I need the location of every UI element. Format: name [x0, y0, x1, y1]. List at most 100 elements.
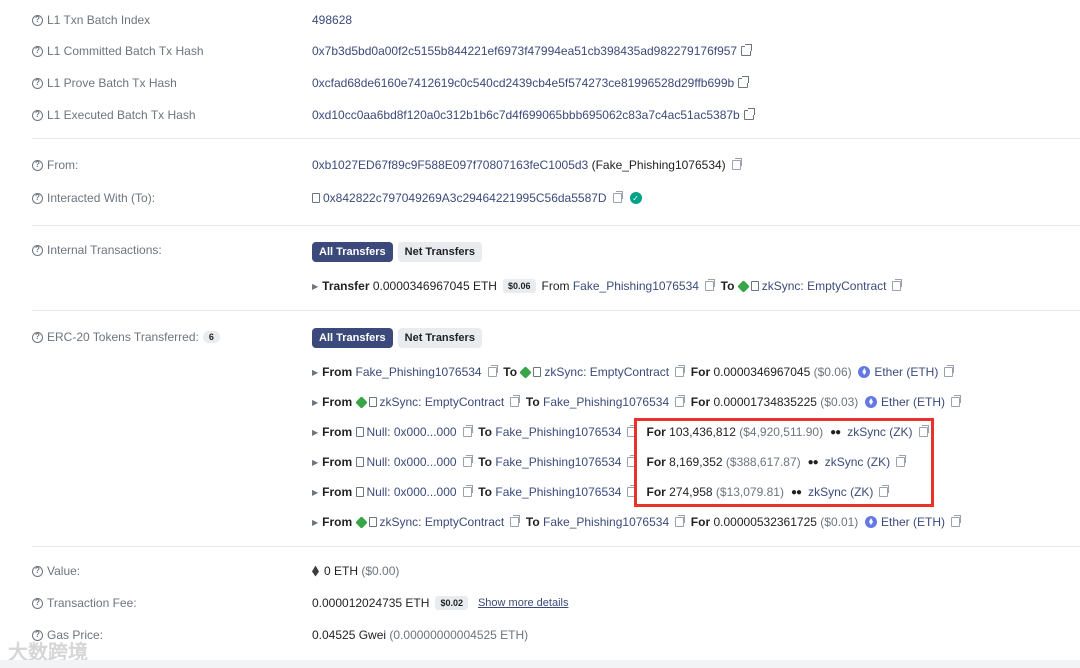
to-address-link[interactable]: 0x842822c797049269A3c29464221995C56da558…: [323, 191, 607, 205]
token-to-link[interactable]: Fake_Phishing1076534: [495, 425, 621, 439]
token-to-link[interactable]: Fake_Phishing1076534: [543, 395, 669, 409]
committed-hash-link[interactable]: 0x7b3d5bd0a00f2c5155b844221ef6973f47994e…: [312, 44, 737, 58]
copy-icon[interactable]: [510, 394, 521, 407]
token-usd: ($4,920,511.90): [739, 425, 824, 439]
tab-all-transfers[interactable]: All Transfers: [312, 242, 393, 262]
from-name: (Fake_Phishing1076534): [591, 158, 726, 172]
ether-icon: [858, 366, 871, 378]
copy-icon[interactable]: [627, 424, 638, 437]
contract-icon: [533, 367, 542, 377]
copy-icon[interactable]: [627, 484, 638, 497]
usd-badge: $0.06: [502, 279, 536, 293]
to-label: ? Interacted With (To):: [32, 183, 155, 213]
token-from-link[interactable]: zkSync: EmptyContract: [380, 515, 505, 529]
token-from-link[interactable]: Fake_Phishing1076534: [356, 365, 482, 379]
copy-icon[interactable]: [675, 514, 686, 527]
value-usd: ($0.00): [361, 564, 400, 578]
contract-icon: [355, 457, 364, 467]
from-row: ? From: 0xb1027ED67f89c9F588E097f70807163…: [0, 150, 1080, 180]
caret-right-icon: ▶: [312, 367, 319, 377]
token-usd: ($0.06): [813, 365, 852, 379]
zksync-icon: [354, 515, 368, 529]
token-transfer-row: ▶ From zkSync: EmptyContract To Fake_Phis…: [312, 387, 961, 417]
tab-all-transfers[interactable]: All Transfers: [312, 328, 393, 348]
token-from-link[interactable]: Null: 0x000...000: [367, 485, 457, 499]
token-transfer-row: ▶ From zkSync: EmptyContract To Fake_Phis…: [312, 507, 961, 537]
copy-icon[interactable]: [675, 394, 686, 407]
internal-to-link[interactable]: zkSync: EmptyContract: [762, 279, 887, 293]
copy-icon[interactable]: [462, 454, 473, 467]
help-icon: ?: [32, 45, 43, 57]
divider: [32, 225, 1080, 226]
ether-icon: [864, 396, 877, 408]
show-more-details-link[interactable]: Show more details: [478, 597, 569, 609]
committed-hash-label: ? L1 Committed Batch Tx Hash: [32, 36, 204, 66]
help-icon: ?: [32, 159, 43, 171]
token-amount: 103,436,812: [669, 425, 736, 439]
contract-icon: [355, 427, 364, 437]
copy-icon[interactable]: [462, 484, 473, 497]
token-transfer-row: ▶ From Null: 0x000...000 To Fake_Phishing…: [312, 477, 890, 507]
token-link[interactable]: zkSync (ZK): [825, 455, 890, 469]
copy-icon[interactable]: [487, 364, 498, 377]
prove-hash-label: ? L1 Prove Batch Tx Hash: [32, 68, 177, 98]
batch-index-value[interactable]: 498628: [312, 5, 352, 35]
batch-index-row: ? L1 Txn Batch Index 498628: [0, 5, 1080, 35]
erc20-count-badge: 6: [202, 331, 220, 343]
internal-from-link[interactable]: Fake_Phishing1076534: [573, 279, 699, 293]
token-from-link[interactable]: Null: 0x000...000: [367, 455, 457, 469]
copy-icon[interactable]: [879, 484, 890, 497]
caret-right-icon: ▶: [312, 397, 319, 407]
token-to-link[interactable]: Fake_Phishing1076534: [543, 515, 669, 529]
ethereum-icon: [312, 565, 319, 577]
token-to-link[interactable]: zkSync: EmptyContract: [544, 365, 669, 379]
copy-icon[interactable]: [951, 514, 961, 527]
copy-icon[interactable]: [462, 424, 473, 437]
caret-right-icon: ▶: [312, 427, 319, 437]
copy-icon[interactable]: [627, 454, 638, 467]
tab-net-transfers[interactable]: Net Transfers: [397, 242, 482, 262]
from-address-link[interactable]: 0xb1027ED67f89c9F588E097f70807163feC1005…: [312, 158, 588, 172]
internal-tx-label: ? Internal Transactions:: [32, 235, 162, 265]
internal-amount: 0.0000346967045 ETH: [372, 279, 497, 293]
help-icon: ?: [32, 192, 43, 204]
copy-icon[interactable]: [892, 278, 903, 291]
caret-right-icon: ▶: [312, 487, 319, 497]
token-link[interactable]: Ether (ETH): [881, 395, 945, 409]
prove-hash-link[interactable]: 0xcfad68de6160e7412619c0c540cd2439cb4e5f…: [312, 76, 734, 90]
token-to-link[interactable]: Fake_Phishing1076534: [495, 485, 621, 499]
erc20-row: ? ERC-20 Tokens Transferred: 6 All Transfe…: [0, 322, 1080, 352]
help-icon: ?: [32, 331, 43, 343]
copy-icon[interactable]: [896, 454, 907, 467]
copy-icon[interactable]: [731, 157, 742, 170]
external-link-icon[interactable]: [741, 44, 753, 56]
token-link[interactable]: zkSync (ZK): [847, 425, 912, 439]
token-amount: 0.00001734835225: [713, 395, 817, 409]
token-link[interactable]: zkSync (ZK): [808, 485, 873, 499]
copy-icon[interactable]: [704, 278, 715, 291]
contract-icon: [368, 517, 377, 527]
token-to-link[interactable]: Fake_Phishing1076534: [495, 455, 621, 469]
copy-icon[interactable]: [510, 514, 521, 527]
copy-icon[interactable]: [612, 190, 623, 203]
copy-icon[interactable]: [951, 394, 961, 407]
executed-hash-link[interactable]: 0xd10cc0aa6bd8f120a0c312b1b6c7d4f699065b…: [312, 108, 740, 122]
tab-net-transfers[interactable]: Net Transfers: [397, 328, 482, 348]
prove-hash-row: ? L1 Prove Batch Tx Hash 0xcfad68de6160e7…: [0, 68, 1080, 98]
token-from-link[interactable]: zkSync: EmptyContract: [380, 395, 505, 409]
token-transfer-row: ▶ From Null: 0x000...000 To Fake_Phishing…: [312, 417, 929, 447]
batch-index-label: ? L1 Txn Batch Index: [32, 5, 150, 35]
gas-eth: (0.00000000004525 ETH): [389, 628, 529, 642]
copy-icon[interactable]: [675, 364, 686, 377]
token-from-link[interactable]: Null: 0x000...000: [367, 425, 457, 439]
external-link-icon[interactable]: [738, 76, 750, 88]
token-link[interactable]: Ether (ETH): [874, 365, 938, 379]
token-link[interactable]: Ether (ETH): [881, 515, 945, 529]
copy-icon[interactable]: [944, 364, 955, 377]
contract-icon: [750, 281, 759, 291]
token-usd: ($0.03): [820, 395, 859, 409]
help-icon: ?: [32, 14, 43, 26]
external-link-icon[interactable]: [743, 108, 755, 120]
copy-icon[interactable]: [918, 424, 929, 437]
from-label: ? From:: [32, 150, 78, 180]
